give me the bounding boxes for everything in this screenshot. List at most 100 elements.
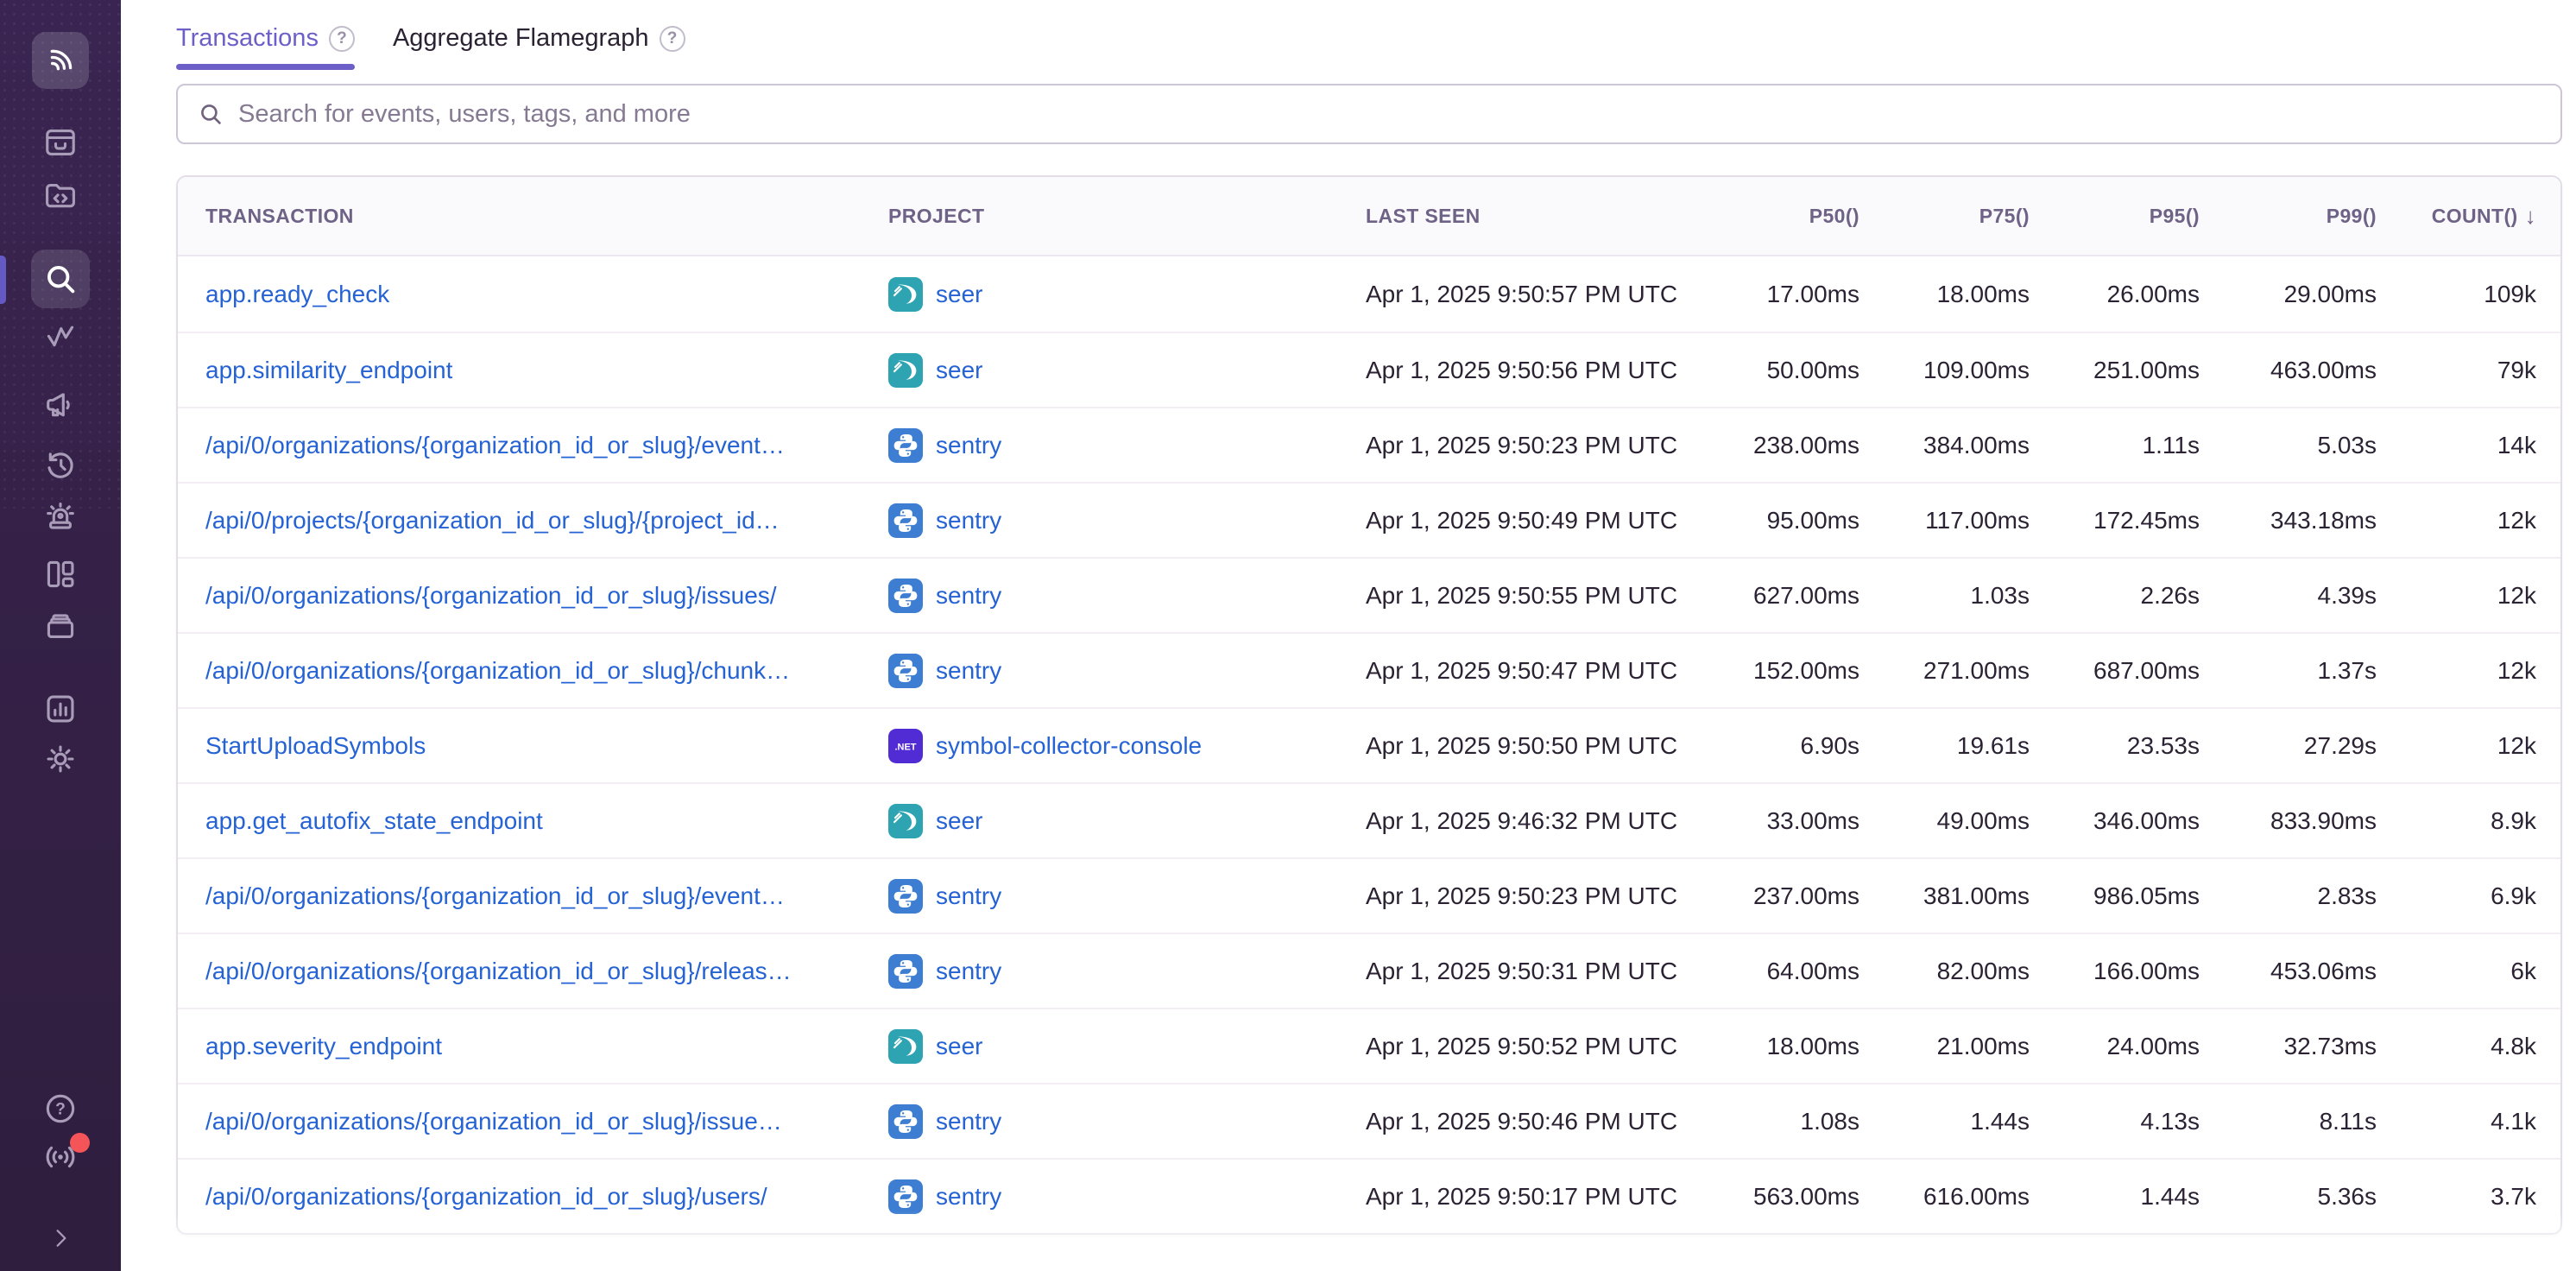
zigzag-metric-icon [41,317,79,355]
sort-desc-icon: ↓ [2525,203,2536,230]
tab-transactions[interactable]: Transactions ? [176,24,355,70]
last-seen-value: Apr 1, 2025 9:50:46 PM UTC [1366,1108,1677,1135]
transaction-link[interactable]: /api/0/organizations/{organization_id_or… [205,1183,767,1211]
transaction-link[interactable]: /api/0/organizations/{organization_id_or… [205,657,790,685]
last-seen-value: Apr 1, 2025 9:50:31 PM UTC [1366,958,1677,984]
count-value: 6.9k [2387,882,2560,910]
sidebar-expand-button[interactable] [38,1219,83,1257]
transaction-link[interactable]: /api/0/organizations/{organization_id_or… [205,432,785,459]
count-column-label: COUNT() [2432,205,2518,228]
help-glyph: ? [337,30,347,47]
project-link[interactable]: sentry [936,1183,1001,1211]
p95-value: 166.00ms [2040,958,2210,985]
count-value: 12k [2387,582,2560,610]
column-header-last-seen[interactable]: LAST SEEN [1335,205,1702,228]
p50-value: 627.00ms [1702,582,1870,610]
transaction-link[interactable]: /api/0/projects/{organization_id_or_slug… [205,507,780,534]
p50-value: 17.00ms [1702,281,1870,308]
project-link[interactable]: sentry [936,582,1001,610]
transaction-link[interactable]: app.similarity_endpoint [205,357,452,384]
project-link[interactable]: seer [936,357,982,384]
count-value: 4.1k [2387,1108,2560,1135]
project-link[interactable]: seer [936,1033,982,1060]
column-header-p50[interactable]: P50() [1702,205,1870,228]
table-row: /api/0/organizations/{organization_id_or… [178,1158,2560,1233]
last-seen-value: Apr 1, 2025 9:50:55 PM UTC [1366,582,1677,609]
count-value: 79k [2387,357,2560,384]
sidebar-item-stats[interactable] [38,690,83,728]
project-link[interactable]: sentry [936,882,1001,910]
help-icon[interactable]: ? [660,26,685,52]
sidebar-item-dashboards[interactable] [38,555,83,593]
transaction-link[interactable]: /api/0/organizations/{organization_id_or… [205,882,785,910]
column-header-p95[interactable]: P95() [2040,205,2210,228]
project-link[interactable]: sentry [936,657,1001,685]
p75-value: 616.00ms [1870,1183,2040,1211]
sentry-logo[interactable] [32,32,89,89]
project-link[interactable]: sentry [936,432,1001,459]
table-row: /api/0/organizations/{organization_id_or… [178,933,2560,1008]
project-link[interactable]: sentry [936,1108,1001,1135]
whats-new-button[interactable] [38,1138,83,1176]
p75-value: 21.00ms [1870,1033,2040,1060]
count-value: 109k [2387,281,2560,308]
table-row: app.ready_check seer Apr 1, 2025 9:50:57 P… [178,256,2560,332]
p95-value: 687.00ms [2040,657,2210,685]
p50-value: 18.00ms [1702,1033,1870,1060]
p99-value: 29.00ms [2210,281,2387,308]
table-row: /api/0/projects/{organization_id_or_slug… [178,482,2560,557]
project-link[interactable]: sentry [936,958,1001,985]
transaction-link[interactable]: /api/0/organizations/{organization_id_or… [205,582,777,610]
transaction-link[interactable]: app.ready_check [205,281,389,308]
last-seen-value: Apr 1, 2025 9:50:56 PM UTC [1366,357,1677,383]
active-nav-indicator [0,256,6,304]
help-icon[interactable]: ? [329,26,355,52]
transaction-link[interactable]: app.severity_endpoint [205,1033,442,1060]
python-project-icon [888,654,923,688]
seer-project-icon [888,353,923,388]
table-header: TRANSACTION PROJECT LAST SEEN P50() P75(… [178,177,2560,256]
p95-value: 346.00ms [2040,807,2210,835]
p75-value: 18.00ms [1870,281,2040,308]
sidebar-item-alerts[interactable] [38,498,83,536]
project-link[interactable]: symbol-collector-console [936,732,1202,760]
p50-value: 238.00ms [1702,432,1870,459]
project-link[interactable]: seer [936,281,982,308]
sidebar-item-settings[interactable] [38,740,83,778]
sidebar-item-projects[interactable] [38,177,83,215]
p95-value: 1.11s [2040,432,2210,459]
sidebar-item-issues[interactable] [38,123,83,161]
sidebar-item-performance[interactable] [38,317,83,355]
transaction-link[interactable]: StartUploadSymbols [205,732,426,760]
sidebar-item-replays[interactable] [38,446,83,484]
python-project-icon [888,879,923,914]
column-header-project[interactable]: PROJECT [864,205,1335,228]
tab-bar: Transactions ? Aggregate Flamegraph ? [176,24,2562,70]
project-link[interactable]: sentry [936,507,1001,534]
sidebar-item-releases[interactable] [38,607,83,645]
transaction-link[interactable]: /api/0/organizations/{organization_id_or… [205,958,792,985]
search-input[interactable] [238,100,2541,129]
count-value: 6k [2387,958,2560,985]
sidebar-item-explore[interactable] [31,250,90,308]
project-link[interactable]: seer [936,807,982,835]
transaction-link[interactable]: app.get_autofix_state_endpoint [205,807,543,835]
sidebar-item-feedback[interactable] [38,386,83,424]
column-header-p99[interactable]: P99() [2210,205,2387,228]
p75-value: 271.00ms [1870,657,2040,685]
column-header-count[interactable]: COUNT() ↓ [2387,203,2560,230]
column-header-transaction[interactable]: TRANSACTION [178,205,864,228]
p95-value: 26.00ms [2040,281,2210,308]
help-button[interactable]: ? [38,1090,83,1128]
search-bar[interactable] [176,84,2562,144]
last-seen-value: Apr 1, 2025 9:50:57 PM UTC [1366,281,1677,307]
p50-value: 95.00ms [1702,507,1870,534]
tab-aggregate-flamegraph[interactable]: Aggregate Flamegraph ? [393,24,685,70]
column-header-p75[interactable]: P75() [1870,205,2040,228]
last-seen-value: Apr 1, 2025 9:50:50 PM UTC [1366,732,1677,759]
sidebar: ? [0,0,121,1271]
sentry-logo-icon [42,42,79,79]
tab-label: Transactions [176,24,319,53]
transaction-link[interactable]: /api/0/organizations/{organization_id_or… [205,1108,782,1135]
python-project-icon [888,579,923,613]
